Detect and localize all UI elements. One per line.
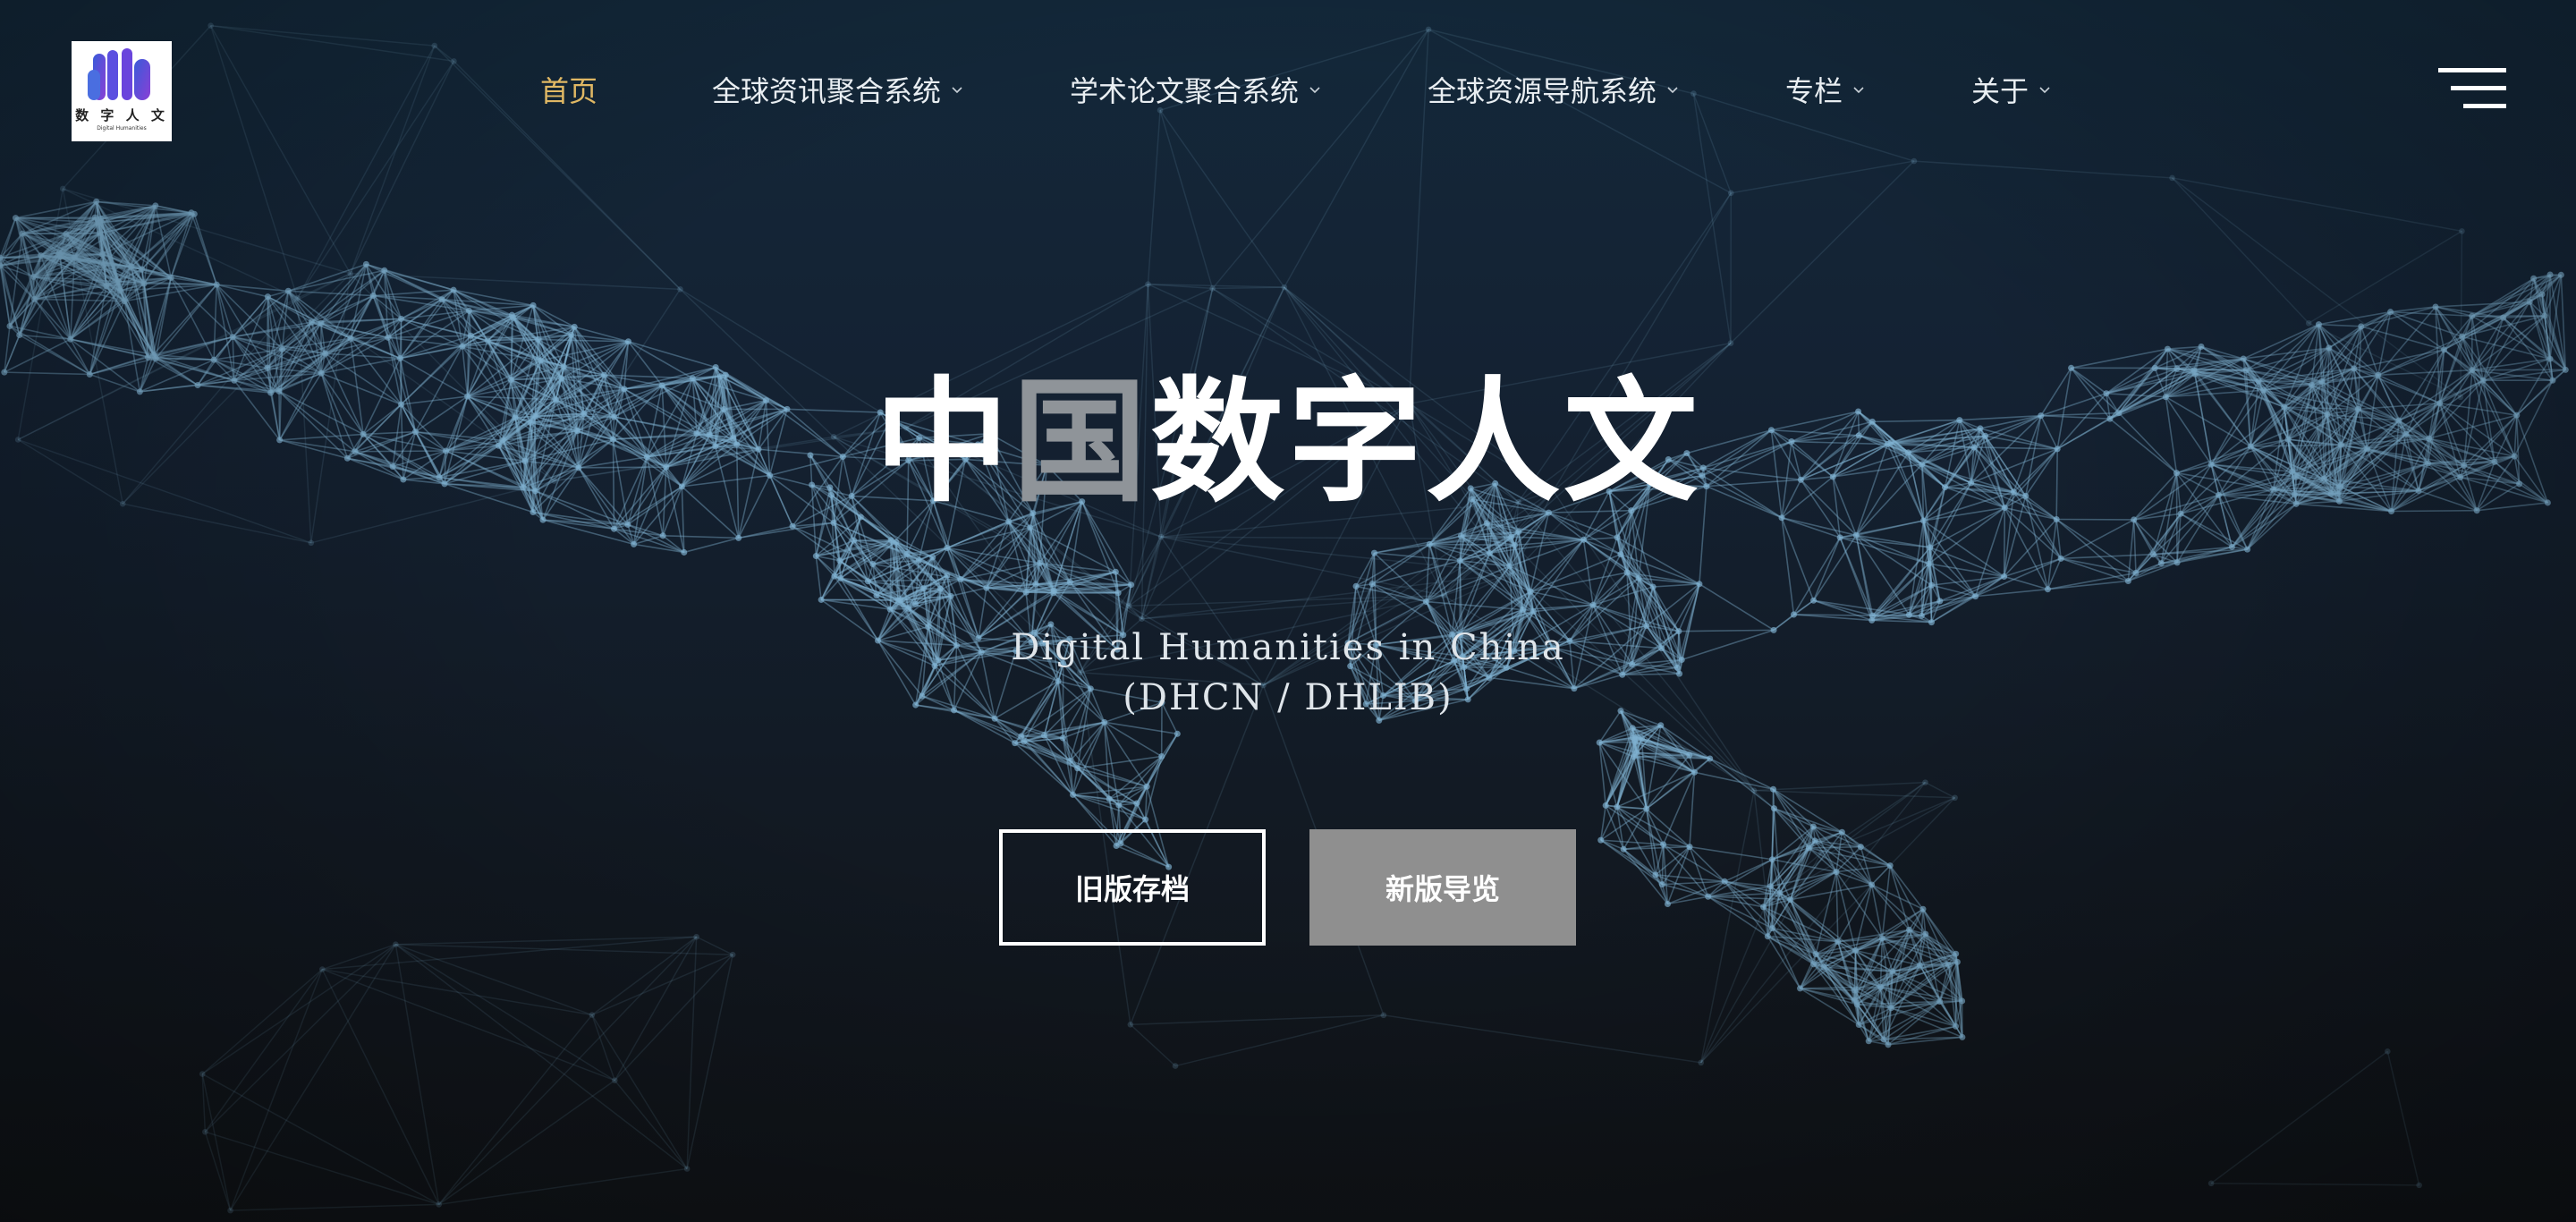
hero-subtitle-line2: (DHCN / DHLIB) xyxy=(1123,677,1453,718)
logo-text-en: Digital Humanities xyxy=(97,125,147,132)
old-archive-button[interactable]: 旧版存档 xyxy=(999,829,1266,946)
hamburger-icon-line xyxy=(2451,86,2506,90)
nav-item-resources-system[interactable]: 全球资源导航系统 xyxy=(1428,64,1680,115)
nav-item-label: 全球资讯聚合系统 xyxy=(712,74,942,108)
network-background xyxy=(0,22,2569,1214)
hamburger-menu-button[interactable] xyxy=(2438,68,2506,109)
hamburger-icon-line xyxy=(2463,104,2506,108)
chevron-down-icon xyxy=(952,87,962,94)
hero-section: 数 字 人 文 Digital Humanities 首页 全球资讯聚合系统 学… xyxy=(0,0,2576,1222)
hero-title-part: 中 xyxy=(874,365,1013,521)
chevron-down-icon xyxy=(1853,87,1864,94)
nav-item-label: 首页 xyxy=(540,74,598,108)
hamburger-icon xyxy=(2438,68,2506,72)
hero-title: 中国数字人文 xyxy=(0,358,2576,528)
nav-item-column[interactable]: 专栏 xyxy=(1785,64,1866,115)
nav-item-papers-system[interactable]: 学术论文聚合系统 xyxy=(1070,64,1322,115)
nav-item-label: 全球资源导航系统 xyxy=(1428,74,1657,108)
chevron-down-icon xyxy=(2039,87,2050,94)
nav-item-news-system[interactable]: 全球资讯聚合系统 xyxy=(712,64,964,115)
nav-item-home[interactable]: 首页 xyxy=(540,64,597,115)
chevron-down-icon xyxy=(1309,87,1320,94)
nav-item-label: 学术论文聚合系统 xyxy=(1070,74,1300,108)
new-guide-button[interactable]: 新版导览 xyxy=(1309,829,1576,946)
nav-item-about[interactable]: 关于 xyxy=(1971,64,2052,115)
main-nav: 首页 全球资讯聚合系统 学术论文聚合系统 全球资源导航系统 专栏 关于 xyxy=(0,64,2576,115)
hero-subtitle-line1: Digital Humanities in China xyxy=(1011,627,1565,668)
nav-item-label: 专栏 xyxy=(1785,74,1843,108)
nav-item-label: 关于 xyxy=(1971,74,2029,108)
hero-subtitle: Digital Humanities in China (DHCN / DHLI… xyxy=(0,623,2576,723)
hero-title-highlight: 国 xyxy=(1012,365,1150,521)
chevron-down-icon xyxy=(1667,87,1678,94)
hero-title-part: 数字人文 xyxy=(1150,365,1702,521)
